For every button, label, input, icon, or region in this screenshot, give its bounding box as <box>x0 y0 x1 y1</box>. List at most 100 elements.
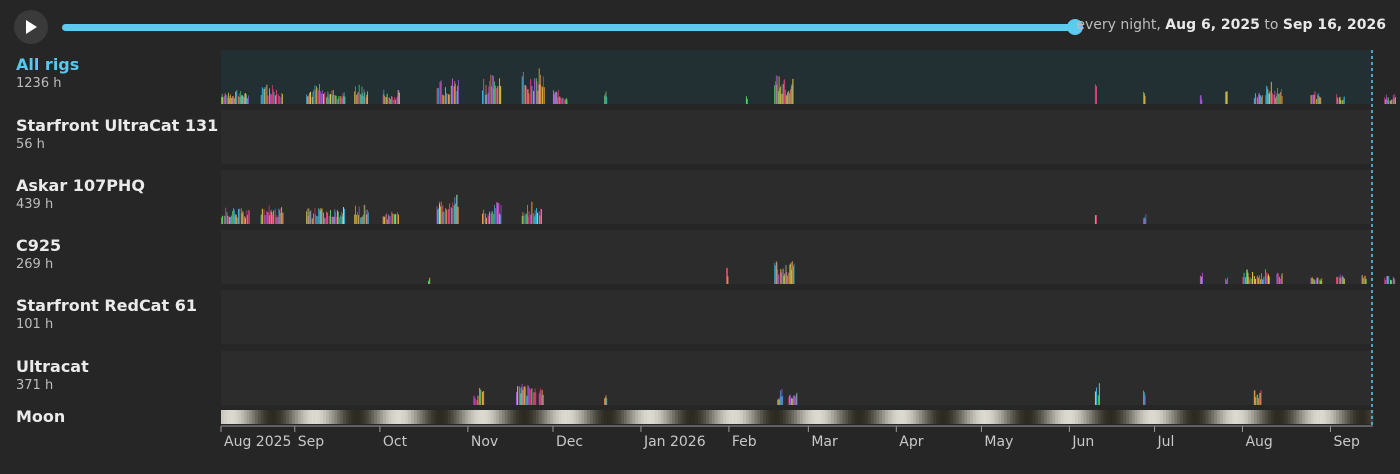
activity-bar <box>537 90 539 104</box>
moon-phase-cell <box>1060 410 1065 424</box>
activity-bar <box>332 216 334 224</box>
activity-bar <box>477 395 479 405</box>
activity-bar <box>310 91 312 104</box>
moon-phase-cell <box>311 410 315 424</box>
moon-phase-cell <box>1231 410 1235 424</box>
moon-phase-cell <box>1038 410 1042 424</box>
activity-bar <box>343 92 345 104</box>
activity-bar <box>777 269 779 284</box>
moon-phase-cell <box>972 410 977 424</box>
activity-bar <box>272 89 274 104</box>
moon-phase-cell <box>1364 410 1368 424</box>
activity-bar <box>1098 383 1100 405</box>
activity-bar <box>777 76 778 104</box>
activity-bar <box>1143 390 1144 405</box>
activity-bar <box>328 215 330 224</box>
activity-bar <box>727 276 729 284</box>
activity-bar <box>1261 273 1262 284</box>
moon-phase-cell <box>777 410 781 424</box>
moon-phase-cell <box>518 410 523 424</box>
moon-phase-cell <box>612 410 616 424</box>
activity-bar <box>537 212 539 224</box>
moon-phase-cell <box>467 410 471 424</box>
activity-bar <box>1388 276 1390 284</box>
activity-bar <box>319 83 320 104</box>
activity-bar <box>441 201 442 224</box>
activity-bar <box>333 90 334 104</box>
moon-phase-cell <box>396 410 401 424</box>
activity-bar <box>443 95 445 104</box>
activity-bar <box>555 91 557 104</box>
activity-bar <box>1265 85 1267 104</box>
moon-phase-cell <box>618 410 622 424</box>
activity-bar <box>221 96 222 104</box>
moon-phase-cell <box>496 410 500 424</box>
activity-bar <box>781 388 783 405</box>
activity-bar <box>531 201 533 224</box>
activity-bar <box>1200 95 1202 104</box>
activity-bar <box>341 98 343 104</box>
moon-phase-cell <box>272 410 276 424</box>
activity-bar <box>782 83 784 104</box>
activity-bar <box>355 214 357 224</box>
moon-phase-cell <box>328 410 332 424</box>
activity-bar <box>1201 276 1203 284</box>
moon-phase-cell <box>575 410 579 424</box>
activity-bar <box>362 214 364 224</box>
activity-bar <box>1392 94 1394 104</box>
moon-phase-cell <box>819 410 823 424</box>
activity-bar <box>273 210 275 224</box>
moon-phase-cell <box>1029 410 1033 424</box>
moon-phase-cell <box>621 410 625 424</box>
moon-phase-cell <box>493 410 497 424</box>
activity-bar <box>318 90 319 104</box>
moon-phase-cell <box>1180 410 1184 424</box>
moon-phase-cell <box>422 410 426 424</box>
activity-bar <box>318 208 319 224</box>
activity-bar <box>564 99 566 104</box>
activity-bar <box>355 205 356 224</box>
moon-phase-cell <box>814 410 818 424</box>
moon-phase-cell <box>223 410 227 424</box>
moon-phase-cell <box>831 410 835 424</box>
activity-bar <box>358 92 359 104</box>
moon-phase-cell <box>513 410 517 424</box>
activity-bar <box>604 93 606 104</box>
activity-bar <box>606 96 608 104</box>
moon-phase-cell <box>998 410 1002 424</box>
moon-phase-cell <box>306 410 310 424</box>
activity-bar <box>367 91 368 104</box>
activity-bar <box>224 92 226 104</box>
moon-phase-cell <box>981 410 985 424</box>
activity-bar <box>1319 280 1320 284</box>
moon-phase-cell <box>1355 410 1360 424</box>
activity-bar <box>282 212 283 224</box>
activity-bar <box>391 211 393 224</box>
activity-bar <box>517 386 519 405</box>
activity-bar <box>781 84 783 104</box>
moon-phase-cell <box>876 410 880 424</box>
moon-phase-cell <box>927 410 931 424</box>
activity-bar <box>747 98 748 104</box>
moon-phase-cell <box>870 410 874 424</box>
moon-phase-cell <box>745 410 750 424</box>
activity-bar <box>390 98 391 104</box>
activity-bar <box>791 397 793 405</box>
moon-phase-cell <box>887 410 891 424</box>
moon-phase-cell <box>950 410 954 424</box>
moon-phase-cell <box>257 410 262 424</box>
activity-bar <box>321 93 322 104</box>
activity-bar <box>561 98 563 104</box>
activity-bar <box>1097 395 1099 405</box>
activity-bar <box>535 392 537 405</box>
activity-bar <box>445 93 447 104</box>
activity-bar <box>273 92 275 104</box>
moon-phase-cell <box>1282 410 1286 424</box>
activity-bar <box>787 92 788 104</box>
activity-bar <box>329 210 331 224</box>
moon-phase-cell <box>1160 410 1164 424</box>
activity-bar <box>443 211 445 224</box>
activity-bar <box>499 78 501 104</box>
activity-bar <box>340 96 342 104</box>
activity-bar <box>783 80 785 104</box>
